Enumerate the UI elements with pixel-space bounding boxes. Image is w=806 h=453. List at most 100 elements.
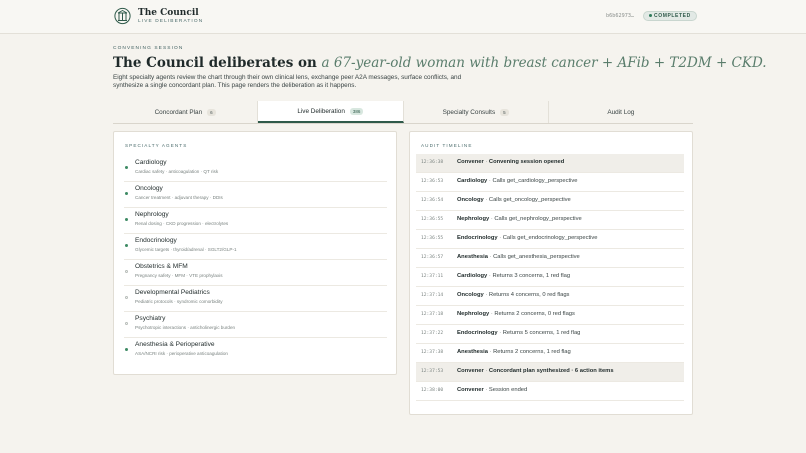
timeline-actor: Nephrology (457, 311, 490, 317)
timeline-text: Nephrology · Returns 2 concerns, 0 red f… (457, 311, 575, 317)
agent-name: Endocrinology (135, 237, 177, 244)
agent-item-anesthesia-perioperative[interactable]: Anesthesia & Perioperative ASA/NCRI risk… (124, 338, 387, 364)
timeline-actor: Nephrology (457, 216, 490, 222)
agent-desc: Pregnancy safety · MFM · VTE prophylaxis (135, 273, 223, 278)
timeline-message: Returns 5 concerns, 1 red flag (502, 330, 581, 336)
page-subtitle: Eight specialty agents review the chart … (113, 74, 462, 90)
agent-status-dot-icon (125, 296, 128, 299)
timeline-actor: Cardiology (457, 273, 488, 279)
timeline-text: Anesthesia · Calls get_anesthesia_perspe… (457, 254, 580, 260)
agent-desc: Glycemic targets · thyroid/adrenal · SGL… (135, 247, 237, 252)
timeline-text: Endocrinology · Returns 5 concerns, 1 re… (457, 330, 580, 336)
timeline-time: 12:36:55 (421, 236, 444, 241)
timeline-time: 12:37:18 (421, 312, 444, 317)
agent-item-endocrinology[interactable]: Endocrinology Glycemic targets · thyroid… (124, 234, 387, 260)
timeline-text: Cardiology · Returns 3 concerns, 1 red f… (457, 273, 570, 279)
timeline-row: 12:37:18 Nephrology · Returns 2 concerns,… (416, 306, 684, 325)
session-id: b6b62973… (606, 13, 635, 19)
status-badge: COMPLETED (643, 11, 697, 21)
timeline-message: Calls get_cardiology_perspective (492, 178, 578, 184)
timeline-row: 12:36:57 Anesthesia · Calls get_anesthesi… (416, 249, 684, 268)
timeline-message: Calls get_oncology_perspective (488, 197, 571, 203)
agent-name: Developmental Pediatrics (135, 289, 210, 296)
timeline-time: 12:38:00 (421, 388, 444, 393)
timeline-time: 12:37:53 (421, 369, 444, 374)
agent-status-dot-icon (125, 244, 128, 247)
timeline-row: 12:37:11 Cardiology · Returns 3 concerns,… (416, 268, 684, 287)
agent-item-oncology[interactable]: Oncology Cancer treatment · adjuvant the… (124, 182, 387, 208)
timeline-message: Calls get_endocrinology_perspective (502, 235, 598, 241)
timeline-time: 12:36:38 (421, 160, 444, 165)
timeline-row: 12:37:38 Anesthesia · Returns 2 concerns,… (416, 344, 684, 363)
timeline-time: 12:36:55 (421, 217, 444, 222)
agent-status-dot-icon (125, 348, 128, 351)
timeline-text: Anesthesia · Returns 2 concerns, 1 red f… (457, 349, 571, 355)
timeline-row: 12:37:53 Convener · Concordant plan synth… (416, 363, 684, 382)
timeline-actor: Endocrinology (457, 235, 498, 241)
agent-status-dot-icon (125, 322, 128, 325)
tab-count: 386 (349, 107, 364, 115)
timeline-actor: Oncology (457, 197, 484, 203)
timeline-message: Returns 2 concerns, 0 red flags (494, 311, 575, 317)
timeline-actor: Cardiology (457, 178, 488, 184)
tab-specialty-consults[interactable]: Specialty Consults 5 (404, 101, 549, 123)
timeline-message: Returns 2 concerns, 1 red flag (493, 349, 571, 355)
audit-timeline-panel: Audit Timeline 12:36:38 Convener · Conven… (409, 131, 693, 415)
agent-status-dot-icon (125, 166, 128, 169)
tab-concordant-plan[interactable]: Concordant Plan 6 (113, 101, 259, 123)
agent-item-nephrology[interactable]: Nephrology Renal dosing · CKD progressio… (124, 208, 387, 234)
agent-desc: Psychotropic interactions · anticholiner… (135, 325, 236, 330)
tab-count: 6 (207, 108, 216, 116)
agent-desc: ASA/NCRI risk · perioperative anticoagul… (135, 351, 228, 356)
agent-name: Anesthesia & Perioperative (135, 341, 215, 348)
tab-live-deliberation[interactable]: Live Deliberation 386 (258, 101, 404, 123)
agent-item-cardiology[interactable]: Cardiology Cardiac safety · anticoagulat… (124, 156, 387, 182)
timeline-actor: Anesthesia (457, 254, 488, 260)
section-eyebrow: Convening Session (113, 46, 184, 51)
timeline-time: 12:36:54 (421, 198, 444, 203)
panel-title: Specialty Agents (125, 143, 188, 148)
timeline-row: 12:36:38 Convener · Convening session ope… (416, 154, 684, 173)
timeline-actor: Anesthesia (457, 349, 488, 355)
agent-item-developmental-pediatrics[interactable]: Developmental Pediatrics Pediatric proto… (124, 286, 387, 312)
timeline-row: 12:38:00 Convener · Session ended (416, 382, 684, 401)
agent-desc: Pediatric protocols · syndromic comorbid… (135, 299, 223, 304)
timeline-text: Nephrology · Calls get_nephrology_perspe… (457, 216, 582, 222)
timeline-row: 12:36:53 Cardiology · Calls get_cardiolog… (416, 173, 684, 192)
timeline-row: 12:37:22 Endocrinology · Returns 5 concer… (416, 325, 684, 344)
timeline-row: 12:36:55 Endocrinology · Calls get_endocr… (416, 230, 684, 249)
timeline-time: 12:37:38 (421, 350, 444, 355)
timeline-actor: Convener (457, 387, 484, 393)
status-dot-icon (649, 14, 652, 18)
agent-name: Nephrology (135, 211, 169, 218)
timeline-text: Endocrinology · Calls get_endocrinology_… (457, 235, 598, 241)
timeline-row: 12:36:55 Nephrology · Calls get_nephrolog… (416, 211, 684, 230)
timeline-time: 12:37:11 (421, 274, 444, 279)
agent-status-dot-icon (125, 270, 128, 273)
timeline-message: Returns 3 concerns, 1 red flag (492, 273, 571, 279)
tab-audit-log[interactable]: Audit Log (549, 101, 693, 123)
timeline-message: Calls get_anesthesia_perspective (493, 254, 580, 260)
timeline-text: Convener · Convening session opened (457, 159, 564, 165)
tab-bar: Concordant Plan 6 Live Deliberation 386 Sp… (113, 101, 693, 124)
tab-count: 5 (500, 108, 509, 116)
timeline-actor: Oncology (457, 292, 484, 298)
timeline-text: Convener · Concordant plan synthesized ·… (457, 368, 614, 374)
timeline-text: Oncology · Calls get_oncology_perspectiv… (457, 197, 571, 203)
agent-status-dot-icon (125, 218, 128, 221)
agent-desc: Cardiac safety · anticoagulation · QT ri… (135, 169, 219, 174)
agent-item-obstetrics-mfm[interactable]: Obstetrics & MFM Pregnancy safety · MFM … (124, 260, 387, 286)
agent-name: Obstetrics & MFM (135, 263, 188, 270)
agent-name: Oncology (135, 185, 163, 192)
brand-subtitle: Live Deliberation (138, 19, 204, 24)
timeline-actor: Endocrinology (457, 330, 498, 336)
agent-item-psychiatry[interactable]: Psychiatry Psychotropic interactions · a… (124, 312, 387, 338)
timeline-text: Convener · Session ended (457, 387, 527, 393)
tab-label: Specialty Consults (442, 108, 496, 116)
timeline-text: Cardiology · Calls get_cardiology_perspe… (457, 178, 578, 184)
tab-label: Concordant Plan (154, 108, 203, 116)
tab-label: Audit Log (607, 108, 635, 116)
page-title-emphasis: a 67-year-old woman with breast cancer +… (321, 55, 767, 71)
brand-title: The Council (138, 8, 199, 18)
page-title: The Council deliberates on a 67-year-old… (113, 55, 767, 71)
